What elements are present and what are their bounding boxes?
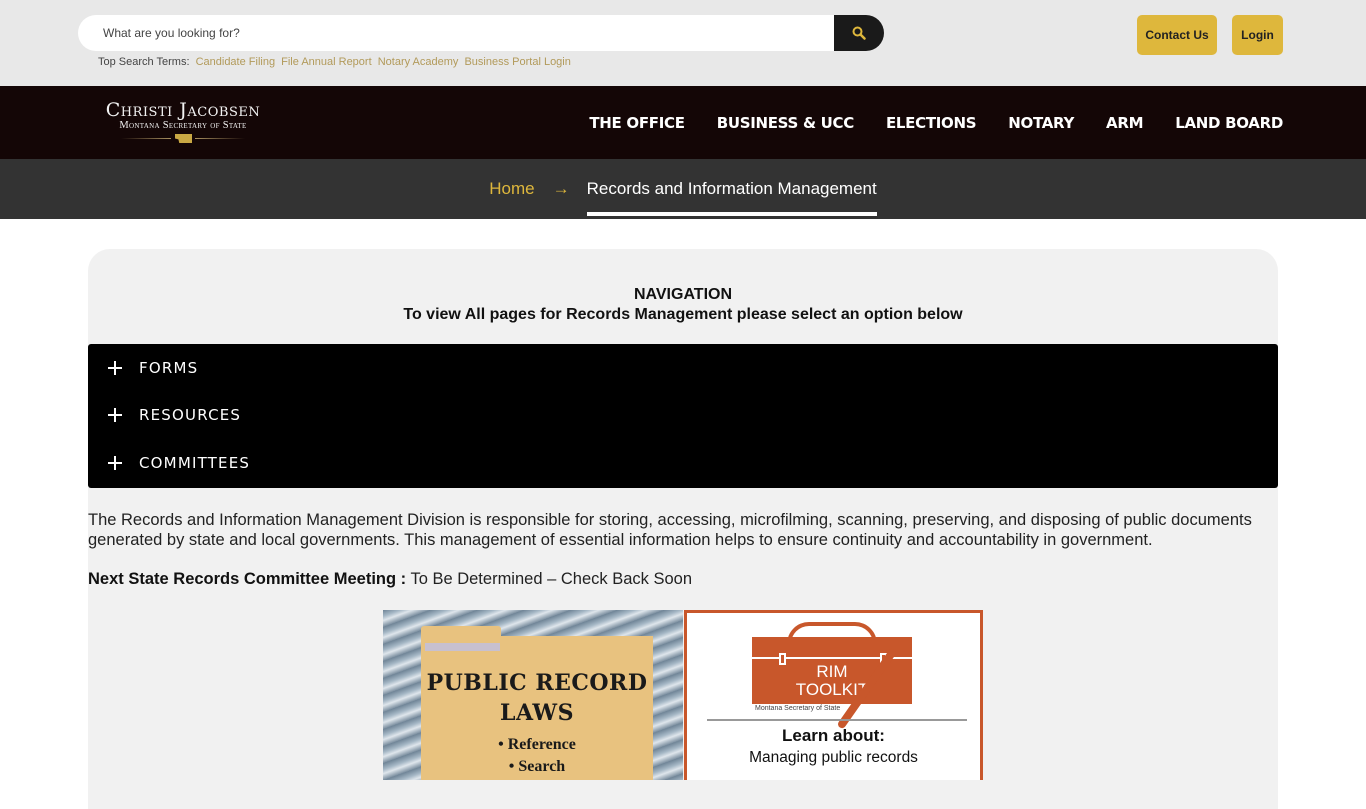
top-term-link[interactable]: Business Portal Login — [464, 56, 570, 68]
plus-icon — [108, 408, 122, 422]
rim-toolkit-image-link[interactable]: RIM TOOLKIT Montana Secretary of State L… — [684, 610, 983, 780]
nav-item-elections[interactable]: ELECTIONS — [886, 114, 977, 132]
accordion-item-resources[interactable]: RESOURCES — [88, 391, 1278, 439]
accordion-label: COMMITTEES — [139, 454, 251, 472]
content-card: NAVIGATION To view All pages for Records… — [88, 249, 1278, 809]
contact-us-button[interactable]: Contact Us — [1137, 15, 1217, 55]
next-meeting-value: To Be Determined – Check Back Soon — [406, 570, 693, 588]
navigation-accordion: FORMS RESOURCES COMMITTEES — [88, 344, 1278, 488]
breadcrumb: Home → Records and Information Managemen… — [0, 159, 1366, 219]
top-term-link[interactable]: Candidate Filing — [196, 56, 276, 68]
search-button[interactable] — [834, 15, 884, 51]
nav-item-the-office[interactable]: THE OFFICE — [589, 114, 685, 132]
top-term-link[interactable]: Notary Academy — [378, 56, 459, 68]
accordion-item-forms[interactable]: FORMS — [88, 344, 1278, 391]
toolkit-topic: Managing public records — [749, 749, 918, 766]
arrow-right-icon: → — [552, 179, 570, 198]
logo-name: Christi Jacobsen — [105, 99, 261, 121]
nav-item-land-board[interactable]: LAND BOARD — [1175, 114, 1283, 132]
toolkit-learn: Learn about: — [782, 726, 885, 745]
top-search-terms-label: Top Search Terms: — [98, 56, 190, 68]
breadcrumb-bar: Home → Records and Information Managemen… — [0, 159, 1366, 219]
nav-menu: THE OFFICE BUSINESS & UCC ELECTIONS NOTA… — [557, 86, 1283, 159]
accordion-label: FORMS — [139, 358, 199, 377]
accordion-label: RESOURCES — [139, 406, 242, 424]
toolkit-org: Montana Secretary of State — [755, 705, 841, 712]
laws-title-line: LAWS — [499, 700, 575, 726]
nav-item-business-ucc[interactable]: BUSINESS & UCC — [717, 114, 855, 132]
main-navbar: Christi Jacobsen Montana Secretary of St… — [0, 86, 1366, 159]
laws-bullet: • Reference — [498, 736, 576, 753]
toolkit-title: RIM TOOLKIT — [752, 663, 912, 699]
top-search-terms: Top Search Terms: Candidate Filing File … — [98, 56, 571, 68]
montana-state-icon — [175, 134, 192, 143]
next-meeting-label: Next State Records Committee Meeting : — [88, 570, 407, 588]
navigation-title: NAVIGATION — [633, 286, 733, 303]
search-form — [78, 15, 884, 51]
toolkit-title-line: TOOLKIT — [795, 680, 869, 699]
folder-label-strip — [425, 643, 500, 651]
next-meeting: Next State Records Committee Meeting : T… — [88, 570, 692, 589]
toolkit-title-line: RIM — [816, 662, 848, 681]
login-button[interactable]: Login — [1232, 15, 1283, 55]
laws-title: PUBLIC RECORD LAWS — [421, 668, 653, 728]
search-icon — [852, 26, 866, 40]
laws-title-line: PUBLIC RECORD — [426, 670, 648, 696]
accordion-item-committees[interactable]: COMMITTEES — [88, 439, 1278, 487]
top-term-link[interactable]: File Annual Report — [281, 56, 372, 68]
breadcrumb-current: Records and Information Management — [586, 179, 877, 216]
division-description: The Records and Information Management D… — [88, 511, 1252, 549]
site-logo[interactable]: Christi Jacobsen Montana Secretary of St… — [83, 100, 283, 146]
navigation-heading: NAVIGATION To view All pages for Records… — [88, 285, 1278, 325]
public-record-laws-image-link[interactable]: PUBLIC RECORD LAWS • Reference • Search — [383, 610, 683, 780]
plus-icon — [108, 456, 122, 470]
utility-bar: Top Search Terms: Candidate Filing File … — [0, 0, 1366, 86]
plus-icon — [108, 360, 122, 375]
nav-item-arm[interactable]: ARM — [1106, 114, 1143, 132]
logo-subtitle: Montana Secretary of State — [119, 120, 247, 131]
laws-bullet: • Search — [508, 758, 566, 775]
nav-item-notary[interactable]: NOTARY — [1008, 114, 1074, 132]
logo-divider — [83, 134, 283, 144]
toolkit-divider — [707, 719, 967, 721]
breadcrumb-home-link[interactable]: Home — [489, 179, 534, 199]
search-input[interactable] — [78, 15, 838, 51]
navigation-subtitle: To view All pages for Records Management… — [403, 306, 963, 323]
